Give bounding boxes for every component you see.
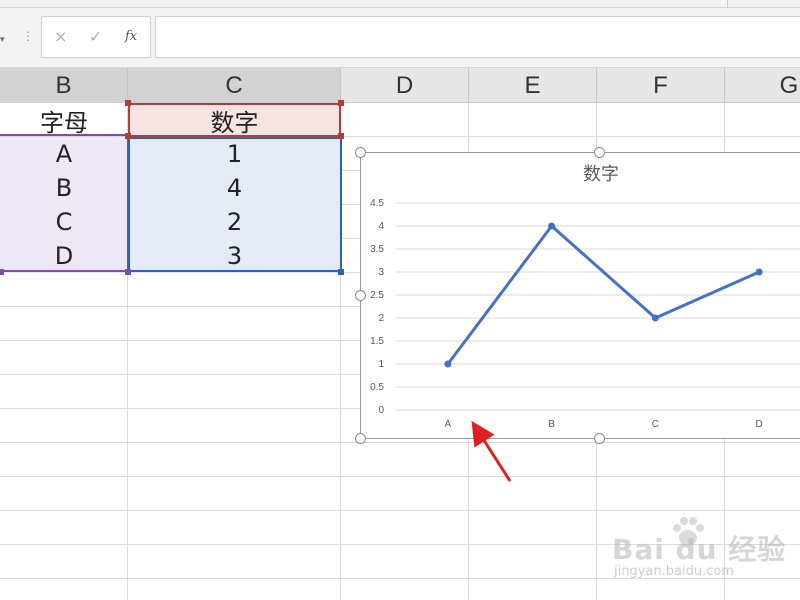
cancel-icon[interactable]: × <box>54 27 67 46</box>
chart-title[interactable]: 数字 <box>583 164 619 185</box>
row-line <box>0 442 800 443</box>
annotation-arrow-icon <box>471 420 512 482</box>
formula-input[interactable] <box>155 16 800 58</box>
formula-bar-grip-icon[interactable]: ⋮ <box>22 29 34 43</box>
header-range-handle[interactable] <box>125 100 131 106</box>
x-tick-label: C <box>652 419 659 430</box>
y-tick-label: 1 <box>378 359 384 370</box>
y-tick-label: 3 <box>378 267 384 278</box>
category-range-highlight <box>0 134 129 272</box>
y-tick-label: 4.5 <box>370 198 384 209</box>
chart-resize-handle[interactable] <box>355 147 366 158</box>
header-range-handle[interactable] <box>125 133 131 139</box>
watermark-url: jingyan.baidu.com <box>614 564 734 579</box>
x-tick-label: A <box>445 419 452 430</box>
formula-bar: ▾ ⋮ × ✓ fx <box>0 8 800 68</box>
chart-resize-handle[interactable] <box>355 433 366 444</box>
column-header-e[interactable]: E <box>469 68 597 103</box>
data-point <box>444 360 452 368</box>
column-header-b[interactable]: B <box>0 68 128 103</box>
y-tick-label: 0 <box>378 405 384 416</box>
data-point <box>755 268 763 276</box>
insert-function-button[interactable]: fx <box>125 29 137 44</box>
header-range-handle[interactable] <box>338 100 344 106</box>
y-tick-label: 4 <box>378 221 384 232</box>
chart-resize-handle[interactable] <box>594 147 605 158</box>
column-header-c[interactable]: C <box>128 68 341 103</box>
row-line <box>0 510 800 511</box>
value-range-highlight <box>128 137 342 272</box>
x-tick-label: B <box>548 419 555 430</box>
data-point <box>651 314 659 322</box>
data-point <box>548 222 556 230</box>
line-chart[interactable]: 0 0.5 1 1.5 2 2.5 3 3.5 4 4.5 A B C D 数字 <box>360 152 800 439</box>
column-header-g[interactable]: G <box>725 68 800 103</box>
row-line <box>0 476 800 477</box>
category-range-handle[interactable] <box>0 269 4 275</box>
cell-b1[interactable]: 字母 <box>0 103 128 137</box>
header-range-handle[interactable] <box>338 133 344 139</box>
y-tick-label: 0.5 <box>370 382 384 393</box>
y-tick-label: 2 <box>378 313 384 324</box>
column-header-f[interactable]: F <box>597 68 725 103</box>
ribbon-strip <box>0 0 800 8</box>
x-tick-label: D <box>756 419 763 430</box>
column-header-d[interactable]: D <box>341 68 469 103</box>
formula-buttons: × ✓ fx <box>41 16 151 58</box>
column-headers: B C D E F G <box>0 68 800 103</box>
confirm-icon[interactable]: ✓ <box>89 27 102 46</box>
chart-resize-handle[interactable] <box>355 290 366 301</box>
name-box-dropdown-icon[interactable]: ▾ <box>0 34 5 45</box>
cell-c1[interactable]: 数字 <box>128 103 341 137</box>
baidu-watermark: Bai du 经验 jingyan.baidu.com <box>612 517 800 590</box>
value-range-handle[interactable] <box>338 269 344 275</box>
y-tick-label: 2.5 <box>370 290 384 301</box>
ribbon-separator <box>727 0 728 8</box>
chart-canvas: 0 0.5 1 1.5 2 2.5 3 3.5 4 4.5 A B C D 数字 <box>370 164 800 430</box>
watermark-logo-text: Bai du 经验 <box>612 533 787 566</box>
y-tick-label: 1.5 <box>370 336 384 347</box>
y-tick-label: 3.5 <box>370 244 384 255</box>
chart-resize-handle[interactable] <box>594 433 605 444</box>
category-range-handle[interactable] <box>125 269 131 275</box>
